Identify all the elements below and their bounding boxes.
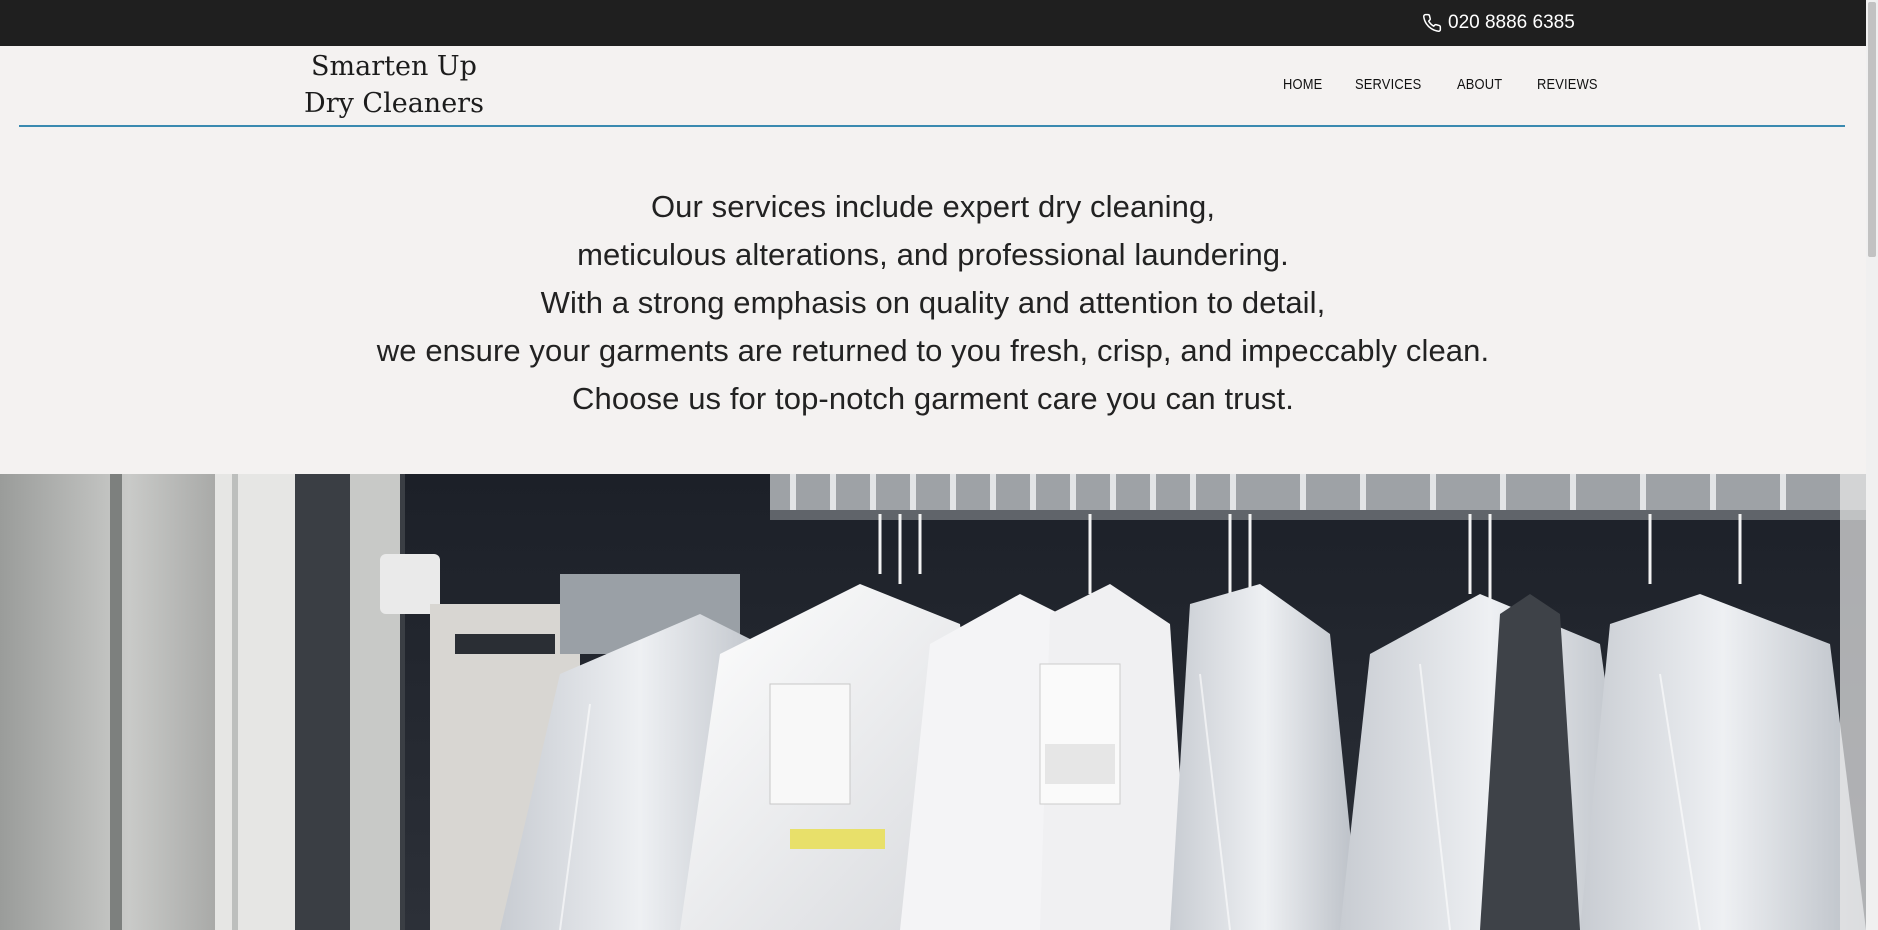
intro-line: we ensure your garments are returned to …	[376, 333, 1490, 368]
nav-about[interactable]: ABOUT	[1457, 76, 1502, 93]
phone-icon	[1422, 13, 1442, 33]
site-header: Smarten Up Dry Cleaners HOME SERVICES AB…	[19, 46, 1845, 127]
scrollbar-thumb[interactable]	[1868, 2, 1876, 257]
logo-line-2: Dry Cleaners	[304, 88, 484, 119]
logo-line-1: Smarten Up	[311, 51, 477, 82]
hero-image	[0, 474, 1866, 930]
intro-line: With a strong emphasis on quality and at…	[540, 285, 1326, 320]
phone-contact[interactable]: 020 8886 6385	[1422, 10, 1575, 36]
top-bar: 020 8886 6385	[0, 0, 1866, 46]
services-intro: Our services include expert dry cleaning…	[0, 183, 1866, 423]
intro-line: Our services include expert dry cleaning…	[650, 189, 1216, 224]
dry-cleaning-rack-photo	[0, 474, 1866, 930]
page-scrollbar[interactable]	[1866, 0, 1878, 930]
intro-line: Choose us for top-notch garment care you…	[572, 381, 1294, 416]
site-logo[interactable]: Smarten Up Dry Cleaners	[289, 48, 499, 122]
nav-home[interactable]: HOME	[1283, 76, 1322, 93]
phone-number: 020 8886 6385	[1448, 12, 1575, 33]
nav-services[interactable]: SERVICES	[1355, 76, 1421, 93]
nav-reviews[interactable]: REVIEWS	[1537, 76, 1598, 93]
intro-line: meticulous alterations, and professional…	[577, 237, 1289, 272]
